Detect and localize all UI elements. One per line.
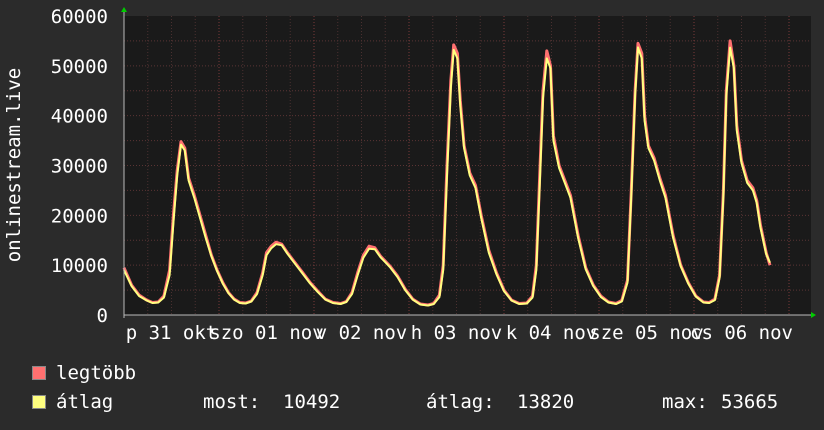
stat-current-label: most:	[203, 391, 261, 413]
y-axis-arrow-icon	[121, 7, 127, 12]
y-tick-label: 50000	[51, 56, 108, 78]
legend-max-label: legtöbb	[56, 362, 137, 384]
max-color-swatch	[32, 366, 46, 380]
x-tick-label: v 02 nov	[316, 322, 408, 344]
x-tick-label: k 04 nov	[506, 322, 598, 344]
y-tick-label: 30000	[51, 156, 108, 178]
y-tick-label: 0	[97, 305, 108, 327]
stat-max-value: 53665	[721, 391, 779, 413]
y-tick-label: 40000	[51, 106, 108, 128]
x-axis-arrow-icon	[811, 312, 816, 318]
y-tick-label: 60000	[51, 6, 108, 28]
legend-item-avg: átlag	[32, 391, 113, 413]
x-tick-label: p 31 okt	[126, 322, 218, 344]
legend-item-max: legtöbb	[32, 362, 136, 384]
stat-current-value: 10492	[283, 391, 341, 413]
y-tick-label: 10000	[51, 255, 108, 277]
x-tick-labels: p 31 oktszo 01 novv 02 nov h 03 nov k 04 n…	[126, 322, 793, 344]
avg-color-swatch	[32, 395, 46, 409]
y-tick-label: 20000	[51, 205, 108, 227]
traffic-chart: 0 10000 20000 30000 40000 50000 60000 p 31 okt…	[3, 6, 816, 344]
x-tick-label: szo 01 nov	[209, 322, 323, 344]
x-tick-label: cs 06 nov	[690, 322, 793, 344]
stat-average-value: 13820	[517, 391, 575, 413]
legend-avg-label: átlag	[56, 391, 114, 413]
y-axis-label: onlinestream.live	[3, 68, 25, 262]
y-tick-labels: 0 10000 20000 30000 40000 50000 60000	[51, 6, 108, 327]
stat-average-label: átlag:	[426, 391, 495, 413]
stat-max-label: max:	[662, 391, 708, 413]
x-tick-label: h 03 nov	[411, 322, 503, 344]
x-tick-label: sze 05 nov	[589, 322, 703, 344]
